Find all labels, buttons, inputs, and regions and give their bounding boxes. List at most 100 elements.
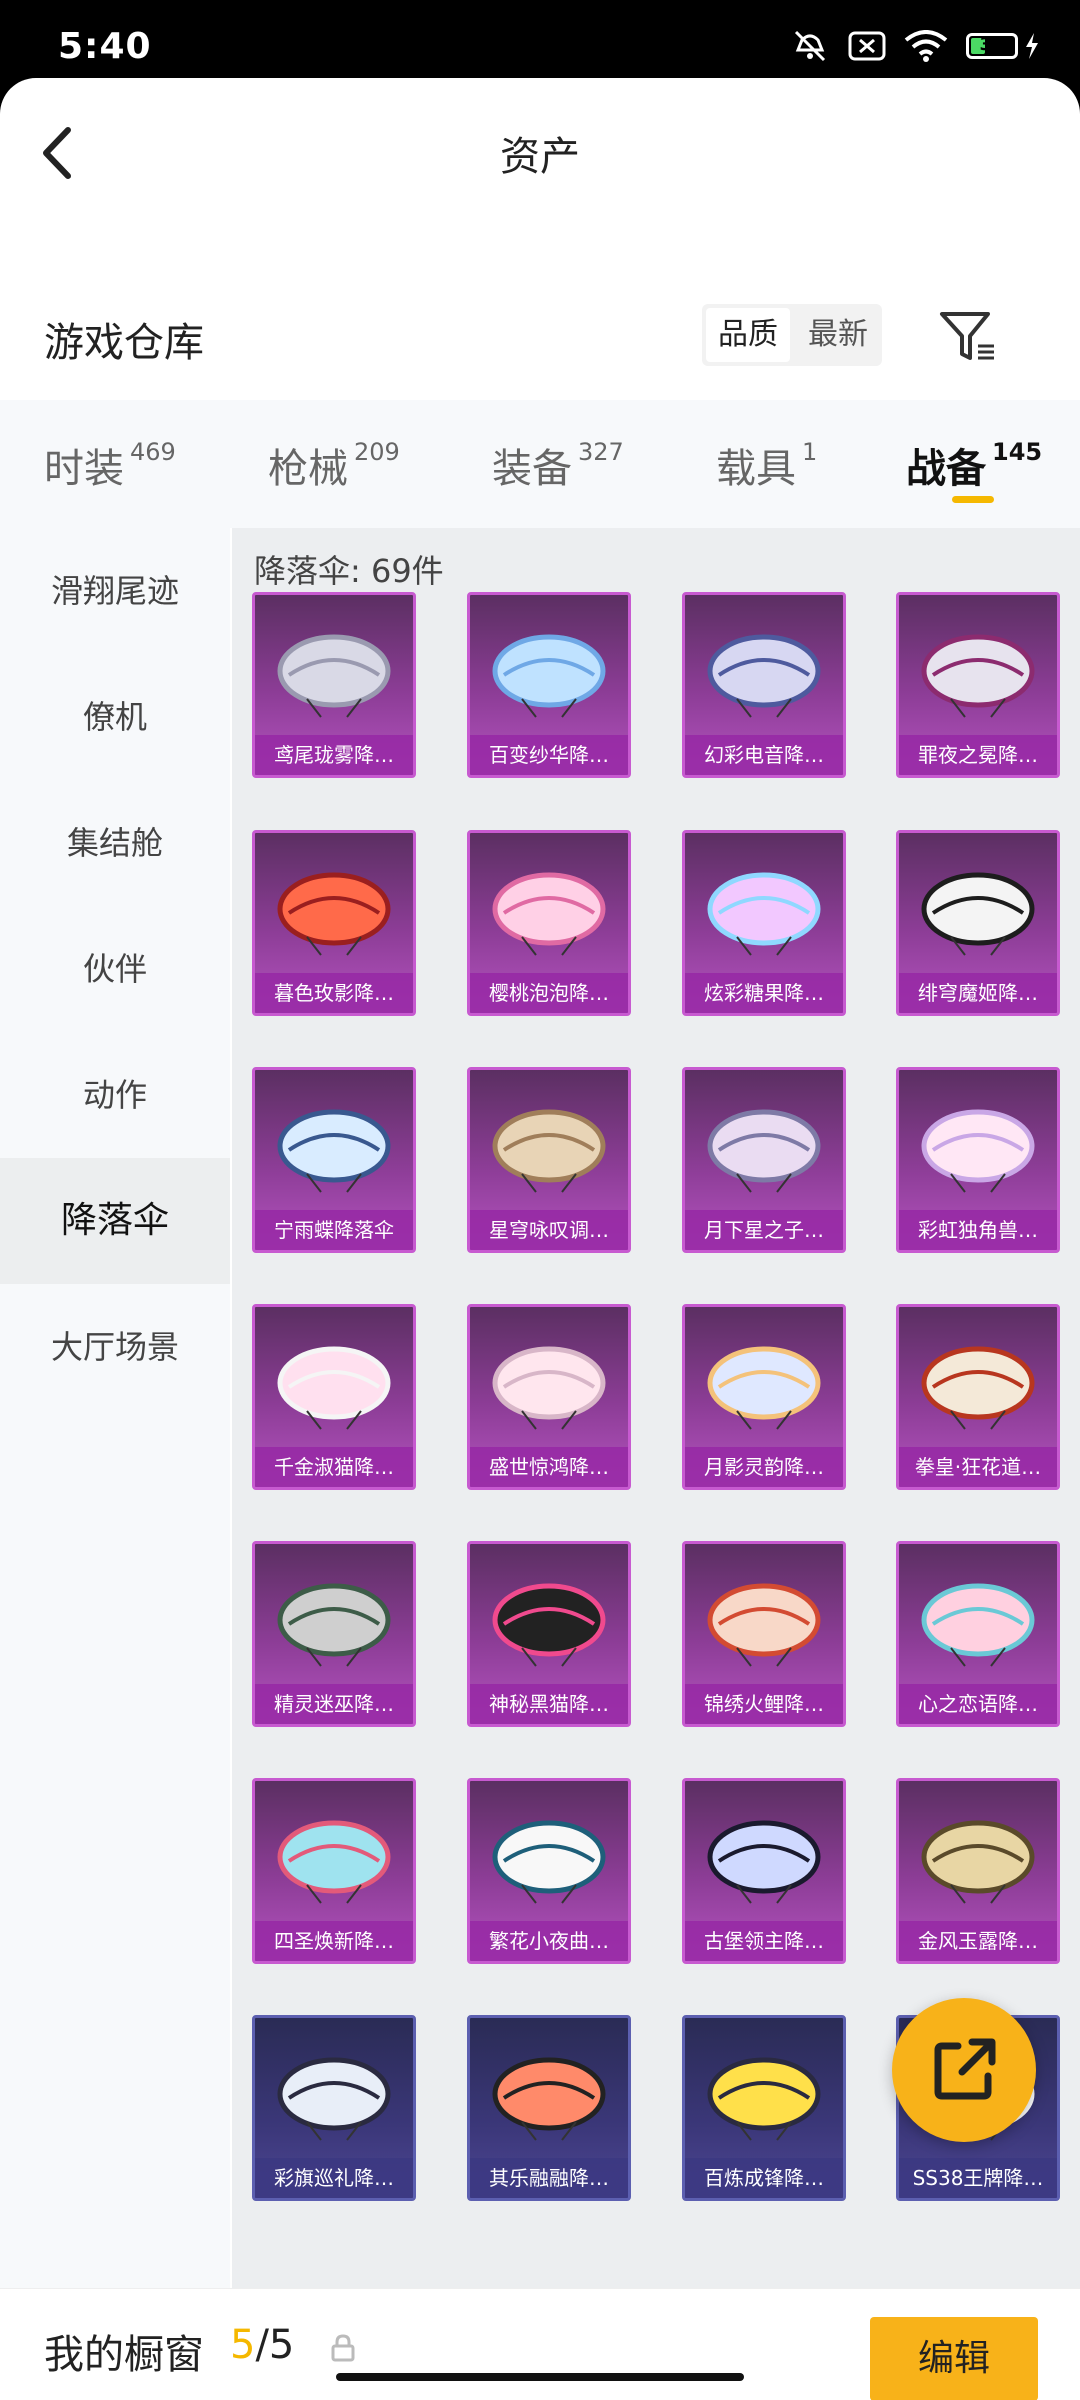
- parachute-card[interactable]: 繁花小夜曲…: [467, 1778, 631, 1964]
- parachute-card[interactable]: 百变纱华降…: [467, 592, 631, 778]
- parachute-card[interactable]: 炫彩糖果降…: [682, 830, 846, 1016]
- share-button[interactable]: [892, 1998, 1036, 2142]
- parachute-image: [277, 1109, 391, 1193]
- parachute-image: [707, 872, 821, 956]
- parachute-name: 金风玉露降…: [899, 1921, 1057, 1961]
- parachute-image: [492, 1346, 606, 1430]
- parachute-card[interactable]: 百炼成锋降…: [682, 2015, 846, 2201]
- parachute-image: [492, 872, 606, 956]
- tab-count: 327: [578, 438, 624, 466]
- active-tab-indicator: [952, 496, 994, 503]
- sort-toggle: 品质 最新: [702, 304, 882, 366]
- parachute-card[interactable]: 月下星之子…: [682, 1067, 846, 1253]
- edit-button[interactable]: 编辑: [870, 2317, 1038, 2400]
- home-indicator[interactable]: [336, 2373, 744, 2381]
- parachute-name: 炫彩糖果降…: [685, 973, 843, 1013]
- parachute-name: 彩虹独角兽…: [899, 1210, 1057, 1250]
- parachute-card[interactable]: 盛世惊鸿降…: [467, 1304, 631, 1490]
- sidebar-item-glide-trail[interactable]: 滑翔尾迹: [0, 528, 230, 654]
- parachute-card[interactable]: 金风玉露降…: [896, 1778, 1060, 1964]
- sidebar-item-pod[interactable]: 集结舱: [0, 780, 230, 906]
- parachute-name: 鸢尾珑雾降…: [255, 735, 413, 775]
- parachute-card[interactable]: 鸢尾珑雾降…: [252, 592, 416, 778]
- parachute-card[interactable]: 月影灵韵降…: [682, 1304, 846, 1490]
- parachute-card[interactable]: 绯穹魔姬降…: [896, 830, 1060, 1016]
- tab-count: 145: [992, 438, 1043, 466]
- category-tabs: 时装 469 枪械 209 装备 327 载具 1 战备 145: [0, 400, 1080, 528]
- sidebar-item-lobby[interactable]: 大厅场景: [0, 1284, 230, 1410]
- sidebar: 滑翔尾迹 僚机 集结舱 伙伴 动作 降落伞 大厅场景: [0, 528, 230, 2290]
- parachute-card[interactable]: 心之恋语降…: [896, 1541, 1060, 1727]
- external-link-icon: [934, 2038, 996, 2100]
- lock-icon: [331, 2334, 355, 2362]
- parachute-image: [707, 1346, 821, 1430]
- tab-label: 战备: [906, 446, 986, 492]
- mute-icon: [794, 30, 826, 62]
- battery-indicator: 31: [966, 33, 1040, 59]
- tab-vehicles[interactable]: 载具 1: [716, 400, 817, 528]
- parachute-card[interactable]: 四圣焕新降…: [252, 1778, 416, 1964]
- parachute-image: [492, 634, 606, 718]
- grid-heading: 降落伞: 69件: [254, 552, 444, 590]
- tab-label: 枪械: [268, 446, 348, 492]
- filter-button[interactable]: [938, 306, 998, 366]
- parachute-card[interactable]: 罪夜之冕降…: [896, 592, 1060, 778]
- wifi-icon: [904, 30, 948, 62]
- page-title: 资产: [500, 134, 580, 180]
- top-bar: 资产: [0, 78, 1080, 228]
- tab-readiness[interactable]: 战备 145: [906, 400, 1042, 528]
- parachute-image: [492, 1820, 606, 1904]
- parachute-card[interactable]: 神秘黑猫降…: [467, 1541, 631, 1727]
- parachute-name: 幻彩电音降…: [685, 735, 843, 775]
- sort-quality[interactable]: 品质: [706, 308, 790, 362]
- parachute-card[interactable]: 幻彩电音降…: [682, 592, 846, 778]
- parachute-card[interactable]: 暮色玫影降…: [252, 830, 416, 1016]
- parachute-name: 千金淑猫降…: [255, 1447, 413, 1487]
- parachute-image: [492, 2057, 606, 2141]
- status-bar: 5:40 31: [0, 0, 1080, 80]
- charging-icon: [1026, 33, 1038, 59]
- parachute-image: [277, 634, 391, 718]
- parachute-name: 其乐融融降…: [470, 2158, 628, 2198]
- parachute-card[interactable]: 彩旗巡礼降…: [252, 2015, 416, 2201]
- sidebar-item-companion[interactable]: 伙伴: [0, 906, 230, 1032]
- battery-level: 31: [979, 34, 1005, 55]
- parachute-image: [492, 1583, 606, 1667]
- parachute-name: 星穹咏叹调…: [470, 1210, 628, 1250]
- parachute-name: 宁雨蝶降落伞: [255, 1210, 413, 1250]
- filter-icon: [940, 312, 994, 360]
- parachute-card[interactable]: 精灵迷巫降…: [252, 1541, 416, 1727]
- parachute-name: 拳皇·狂花道…: [899, 1447, 1057, 1487]
- parachute-name: 暮色玫影降…: [255, 973, 413, 1013]
- parachute-card[interactable]: 锦绣火鲤降…: [682, 1541, 846, 1727]
- sort-newest[interactable]: 最新: [794, 304, 882, 366]
- parachute-image: [277, 1346, 391, 1430]
- parachute-card[interactable]: 宁雨蝶降落伞: [252, 1067, 416, 1253]
- parachute-name: 彩旗巡礼降…: [255, 2158, 413, 2198]
- parachute-image: [921, 872, 1035, 956]
- sidebar-item-emote[interactable]: 动作: [0, 1032, 230, 1158]
- sidebar-item-wingman[interactable]: 僚机: [0, 654, 230, 780]
- parachute-name: 精灵迷巫降…: [255, 1684, 413, 1724]
- parachute-card[interactable]: 拳皇·狂花道…: [896, 1304, 1060, 1490]
- warehouse-title: 游戏仓库: [44, 320, 204, 366]
- parachute-image: [277, 1820, 391, 1904]
- parachute-card[interactable]: 其乐融融降…: [467, 2015, 631, 2201]
- sidebar-item-parachute[interactable]: 降落伞: [0, 1158, 230, 1284]
- tab-guns[interactable]: 枪械 209: [268, 400, 400, 528]
- parachute-card[interactable]: 樱桃泡泡降…: [467, 830, 631, 1016]
- parachute-name: 古堡领主降…: [685, 1921, 843, 1961]
- parachute-name: 绯穹魔姬降…: [899, 973, 1057, 1013]
- tab-label: 时装: [44, 446, 124, 492]
- parachute-card[interactable]: 彩虹独角兽…: [896, 1067, 1060, 1253]
- parachute-card[interactable]: 千金淑猫降…: [252, 1304, 416, 1490]
- parachute-image: [707, 2057, 821, 2141]
- tab-outfits[interactable]: 时装 469: [44, 400, 176, 528]
- parachute-image: [707, 1820, 821, 1904]
- parachute-name: 锦绣火鲤降…: [685, 1684, 843, 1724]
- parachute-card[interactable]: 古堡领主降…: [682, 1778, 846, 1964]
- showcase-count: 5/5: [230, 2322, 294, 2368]
- parachute-name: 四圣焕新降…: [255, 1921, 413, 1961]
- parachute-card[interactable]: 星穹咏叹调…: [467, 1067, 631, 1253]
- tab-equipment[interactable]: 装备 327: [492, 400, 624, 528]
